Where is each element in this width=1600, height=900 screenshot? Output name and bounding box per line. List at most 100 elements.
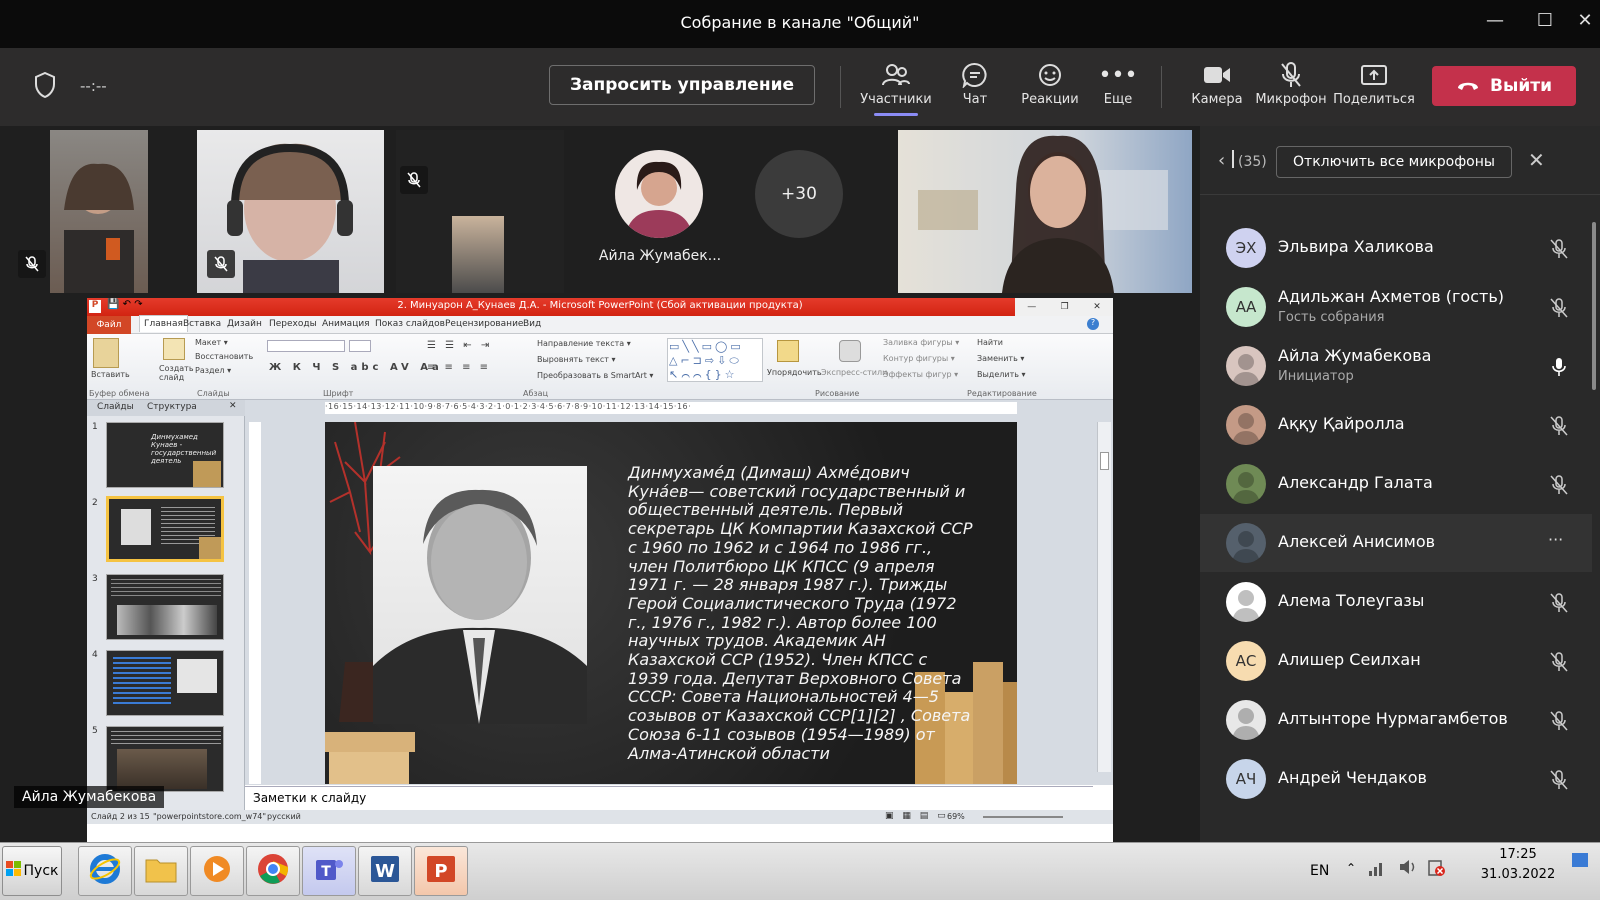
shared-screen-powerpoint[interactable]: P 💾 ↶ ↷ 2. Минуарон А_Кунаев Д.А. - Micr… — [87, 298, 1113, 842]
taskbar-word[interactable]: W — [358, 846, 412, 896]
maximize-button[interactable]: ☐ — [1530, 10, 1560, 38]
font-format-buttons[interactable]: Ж К Ч S abc AV Aa — [269, 362, 443, 373]
ppt-tab-transitions[interactable]: Переходы — [269, 319, 317, 329]
quick-styles-label[interactable]: Экспресс-стили — [821, 368, 887, 377]
list-buttons[interactable]: ☰ ☰ ⇤ ⇥ — [427, 340, 492, 351]
taskbar-chrome[interactable] — [246, 846, 300, 896]
shapes-gallery[interactable]: ▭╲╲▭◯▭ △⌐⊐⇨⇩⬭ ↖⌒⌒{}☆ — [667, 338, 763, 382]
vertical-scrollbar[interactable] — [1097, 422, 1111, 772]
clock-time[interactable]: 17:25 — [1480, 847, 1556, 862]
minimize-button[interactable]: — — [1480, 10, 1510, 38]
volume-icon[interactable] — [1398, 857, 1418, 881]
request-control-button[interactable]: Запросить управление — [549, 65, 815, 105]
taskbar-powerpoint[interactable]: P — [414, 846, 468, 896]
replace-button[interactable]: Заменить ▾ — [977, 354, 1024, 363]
back-chevron-icon[interactable]: ‹ — [1218, 150, 1225, 171]
new-slide-icon[interactable] — [163, 338, 185, 360]
shield-icon[interactable] — [34, 71, 56, 102]
taskbar-teams[interactable]: T — [302, 846, 356, 896]
ppt-tab-review[interactable]: Рецензирование — [445, 319, 523, 329]
clock-date[interactable]: 31.03.2022 — [1480, 867, 1556, 882]
slide-thumbnail-5[interactable] — [106, 726, 224, 792]
more-options-icon[interactable]: ··· — [1548, 530, 1570, 552]
quick-styles-icon[interactable] — [839, 340, 861, 362]
text-direction-button[interactable]: Направление текста ▾ — [537, 339, 631, 348]
arrange-label[interactable]: Упорядочить — [767, 368, 822, 377]
mute-all-button[interactable]: Отключить все микрофоны — [1276, 146, 1512, 178]
participant-row[interactable]: Аққу Қайролла — [1200, 396, 1592, 454]
camera-button[interactable]: Камера — [1182, 58, 1252, 107]
participants-button[interactable]: Участники — [858, 58, 934, 116]
current-slide[interactable]: Динмухаме́д (Димаш) Ахме́дович Куна́ев— … — [325, 422, 1017, 784]
scrollbar-thumb[interactable] — [1100, 452, 1109, 470]
ppt-window-controls[interactable]: — ❐ ✕ — [1015, 298, 1113, 316]
new-slide-label[interactable]: Создать слайд — [159, 364, 194, 382]
participant-video-1[interactable] — [50, 130, 148, 293]
featured-participant-avatar[interactable] — [615, 150, 703, 238]
participant-video-3[interactable] — [396, 130, 564, 293]
slide-thumbnail-4[interactable] — [106, 650, 224, 716]
arrange-icon[interactable] — [777, 340, 799, 362]
ppt-tab-insert[interactable]: Вставка — [183, 319, 221, 329]
paste-label[interactable]: Вставить — [91, 370, 130, 379]
participant-row[interactable]: АЧ Андрей Чендаков — [1200, 750, 1592, 808]
zoom-level[interactable]: 69% — [947, 812, 965, 821]
zoom-slider[interactable] — [983, 816, 1063, 818]
ppt-tab-view[interactable]: Вид — [523, 319, 541, 329]
more-button[interactable]: ••• Еще — [1090, 58, 1146, 108]
select-button[interactable]: Выделить ▾ — [977, 370, 1026, 379]
notes-field[interactable]: Заметки к слайду — [245, 786, 1093, 808]
shape-outline-button[interactable]: Контур фигуры ▾ — [883, 354, 955, 363]
align-buttons[interactable]: ≡ ≡ ≡ ≡ — [427, 362, 491, 373]
close-panel-icon[interactable]: ✕ — [1528, 148, 1545, 172]
participant-row[interactable]: АС Алишер Сеилхан — [1200, 632, 1592, 690]
participant-row[interactable]: Айла Жумабекова Инициатор — [1200, 337, 1592, 395]
close-pane-icon[interactable]: ✕ — [229, 401, 237, 411]
taskbar-media-player[interactable] — [190, 846, 244, 896]
ppt-tab-home[interactable]: Главная — [139, 315, 188, 332]
overflow-participants-button[interactable]: +30 — [755, 150, 843, 238]
help-icon[interactable]: ? — [1087, 318, 1099, 330]
align-text-button[interactable]: Выровнять текст ▾ — [537, 355, 615, 364]
ppt-tab-design[interactable]: Дизайн — [227, 319, 262, 329]
reset-button[interactable]: Восстановить — [195, 352, 253, 361]
microphone-button[interactable]: Микрофон — [1252, 58, 1330, 107]
participant-row[interactable]: Александр Галата — [1200, 455, 1592, 513]
tab-slides[interactable]: Слайды — [97, 402, 134, 412]
participant-video-large[interactable] — [898, 130, 1192, 293]
show-desktop-icon[interactable] — [1572, 853, 1588, 867]
slide-editor-area[interactable]: ·16·15·14·13·12·11·10·9·8·7·6·5·4·3·2·1·… — [245, 400, 1113, 785]
ppt-tab-animation[interactable]: Анимация — [322, 319, 370, 329]
reactions-button[interactable]: Реакции — [1012, 58, 1088, 107]
font-name-select[interactable] — [267, 340, 345, 352]
chat-button[interactable]: Чат — [945, 58, 1005, 107]
taskbar-explorer[interactable] — [134, 846, 188, 896]
slide-body-text[interactable]: Динмухаме́д (Димаш) Ахме́дович Куна́ев— … — [628, 463, 973, 763]
participant-row[interactable]: АА Адильжан Ахметов (гость) Гость собрания — [1200, 278, 1592, 336]
participant-row[interactable]: Алтынторе Нурмагамбетов — [1200, 691, 1592, 749]
section-button[interactable]: Раздел ▾ — [195, 366, 231, 375]
panel-scrollbar[interactable] — [1592, 222, 1596, 390]
language-indicator[interactable]: EN — [1310, 863, 1329, 879]
layout-button[interactable]: Макет ▾ — [195, 338, 228, 347]
slide-thumbnail-2-selected[interactable] — [106, 496, 224, 562]
start-button[interactable]: Пуск — [2, 846, 62, 896]
shape-fill-button[interactable]: Заливка фигуры ▾ — [883, 338, 959, 347]
tab-outline[interactable]: Структура — [147, 402, 197, 412]
slide-thumbnail-1[interactable]: Динмухамед Кунаев - государственный деят… — [106, 422, 224, 488]
participant-row[interactable]: Алексей Анисимов ··· — [1200, 514, 1592, 572]
participant-row[interactable]: ЭХ Эльвира Халикова — [1200, 219, 1592, 277]
ppt-tab-file[interactable]: Файл — [87, 316, 131, 334]
network-icon[interactable] — [1368, 857, 1386, 881]
show-hidden-icons-icon[interactable]: ⌃ — [1346, 861, 1356, 875]
leave-button[interactable]: Выйти — [1432, 66, 1576, 106]
smartart-button[interactable]: Преобразовать в SmartArt ▾ — [537, 371, 653, 380]
paste-icon[interactable] — [93, 338, 119, 368]
battery-warning-icon[interactable] — [1426, 857, 1446, 881]
font-size-select[interactable] — [349, 340, 371, 352]
view-buttons[interactable]: ▣ ▦ ▤ ▭ — [885, 811, 949, 821]
shape-effects-button[interactable]: Эффекты фигур ▾ — [883, 370, 958, 379]
find-button[interactable]: Найти — [977, 338, 1003, 347]
close-window-button[interactable]: ✕ — [1570, 10, 1600, 38]
participant-row[interactable]: Алема Толеугазы — [1200, 573, 1592, 631]
